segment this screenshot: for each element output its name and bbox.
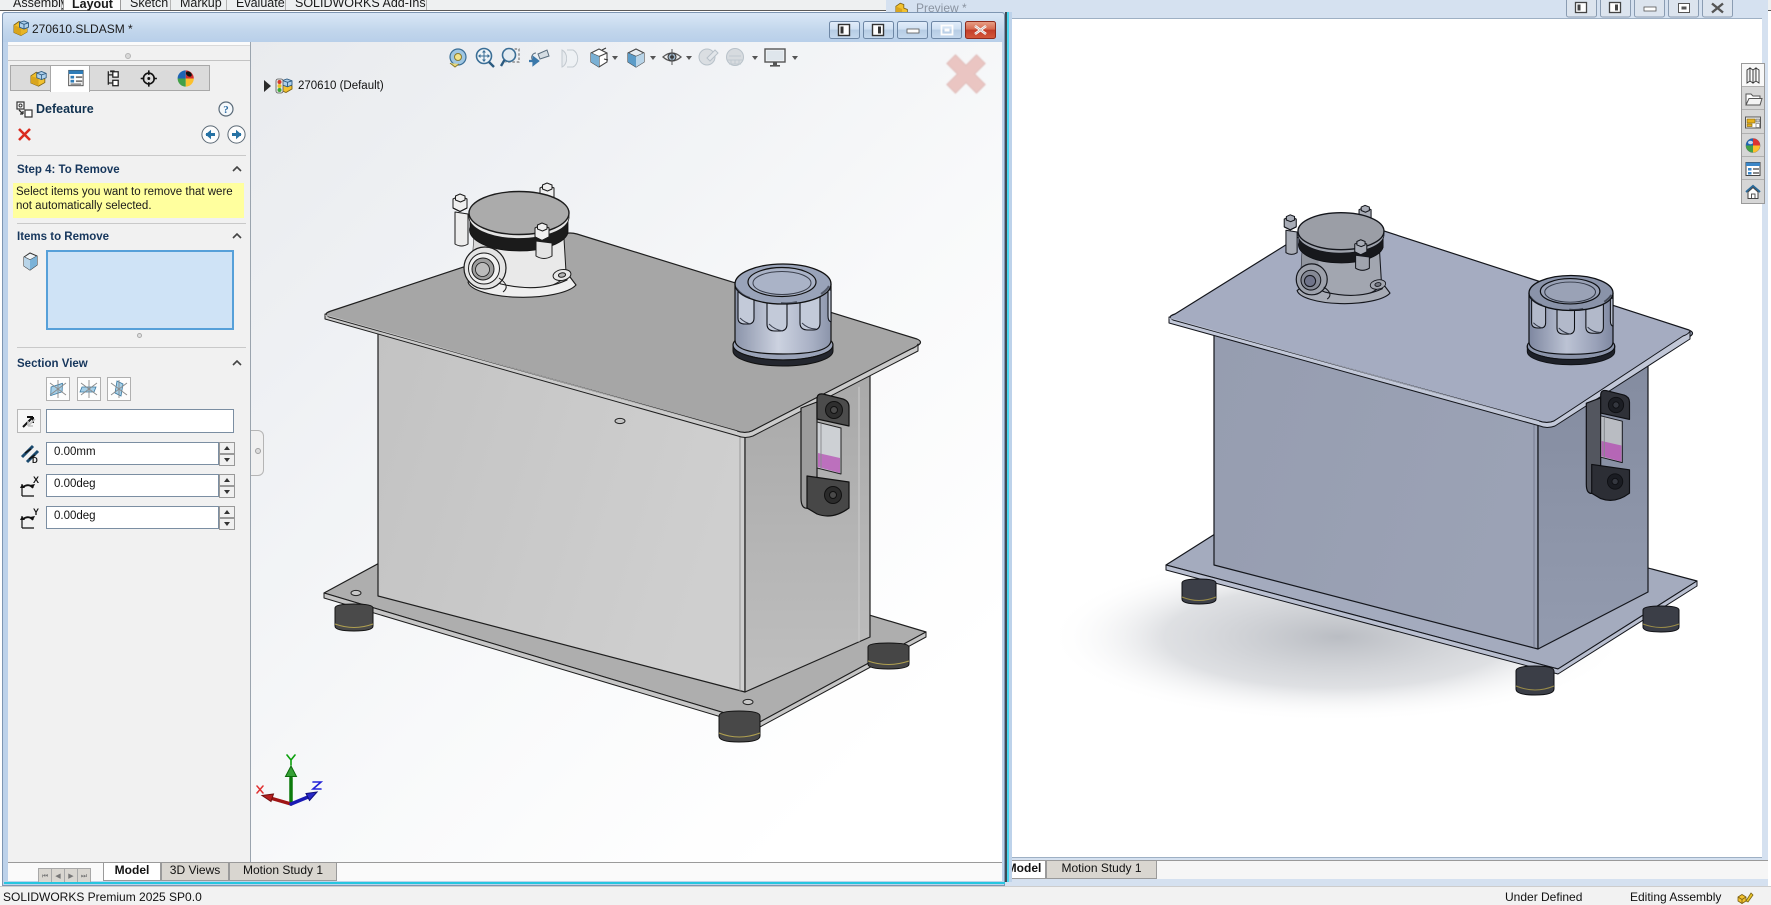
svg-text:?: ?: [223, 104, 229, 116]
svg-text:Y: Y: [33, 507, 39, 517]
svg-text:D: D: [32, 456, 38, 465]
svg-text:X: X: [33, 475, 39, 485]
